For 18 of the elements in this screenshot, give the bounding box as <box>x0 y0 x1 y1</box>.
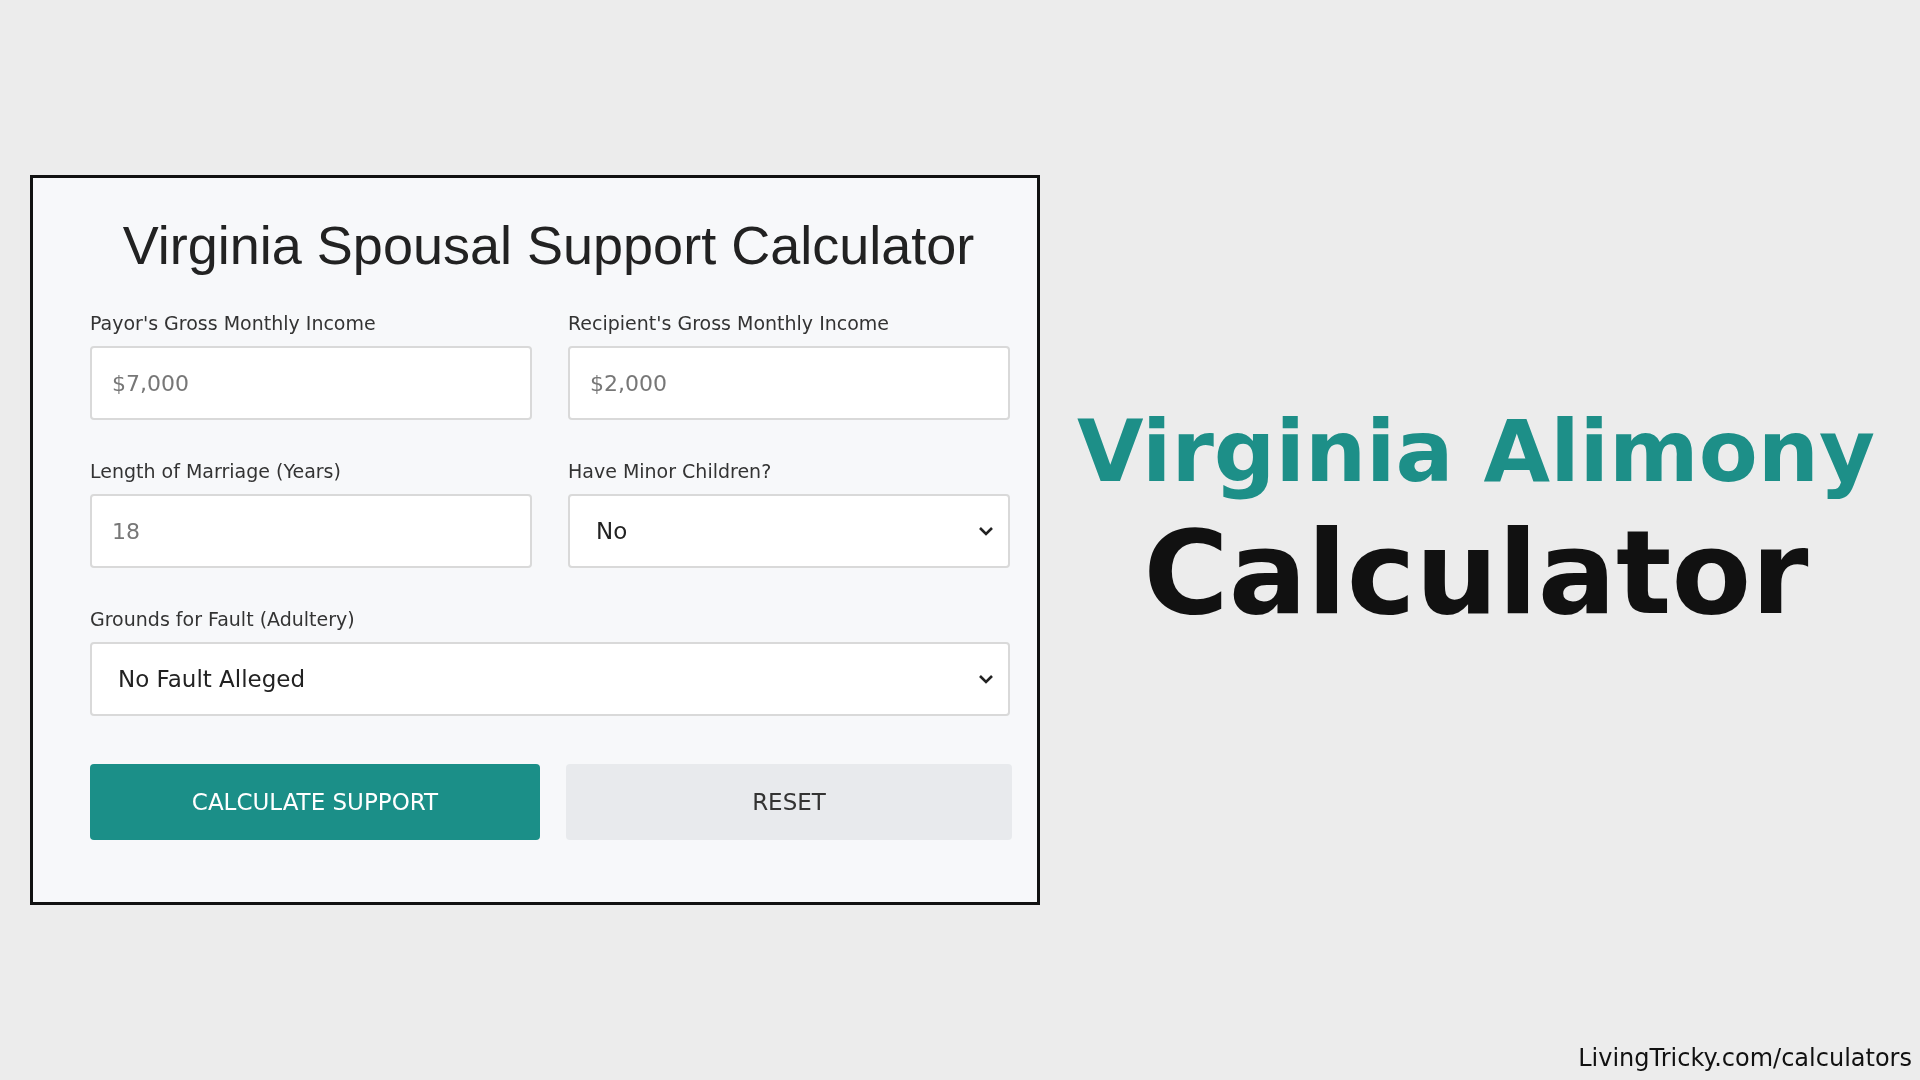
chevron-down-icon <box>978 526 994 536</box>
select-field[interactable]: No <box>568 494 1010 568</box>
field-label: Recipient's Gross Monthly Income <box>568 312 890 334</box>
input-field[interactable]: $7,000 <box>90 346 532 420</box>
chevron-down-icon <box>978 674 994 684</box>
calculator-title: Virginia Spousal Support Calculator <box>122 214 975 276</box>
calculate-button[interactable]: CALCULATE SUPPORT <box>90 764 540 840</box>
headline-text: Virginia Alimony <box>1076 400 1876 503</box>
headline-text: Calculator <box>1143 504 1809 643</box>
field-label: Grounds for Fault (Adultery) <box>90 608 355 630</box>
input-field[interactable]: 18 <box>90 494 532 568</box>
input-field[interactable]: $2,000 <box>568 346 1010 420</box>
field-label: Length of Marriage (Years) <box>90 460 341 482</box>
select-field[interactable]: No Fault Alleged <box>90 642 1010 716</box>
site-url: LivingTricky.com/calculators <box>1578 1044 1912 1072</box>
reset-button[interactable]: RESET <box>566 764 1012 840</box>
field-label: Have Minor Children? <box>568 460 772 482</box>
field-label: Payor's Gross Monthly Income <box>90 312 376 334</box>
